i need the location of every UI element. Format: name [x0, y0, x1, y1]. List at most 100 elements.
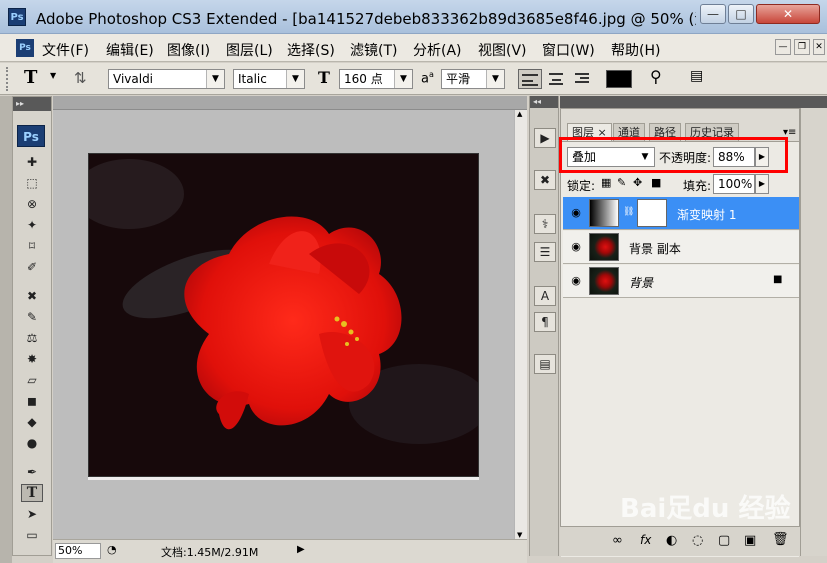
document-workspace[interactable] — [53, 96, 527, 539]
panel-dock-strip: ◂◂ ▶ ✖ ⚕ ☰ A ¶ ▤ — [529, 96, 559, 556]
font-size-value: 160 点 — [344, 72, 383, 86]
preset-dropdown-arrow[interactable]: ▼ — [50, 71, 56, 80]
lock-position-icon[interactable]: ✥ — [633, 176, 642, 189]
doc-close-button[interactable]: ✕ — [813, 39, 825, 55]
status-menu-arrow-icon[interactable]: ▶ — [297, 544, 305, 555]
notes-panel-button[interactable]: ▤ — [534, 354, 556, 374]
lasso-tool-icon[interactable]: ⊗ — [21, 195, 43, 213]
trash-icon[interactable]: 🗑 — [772, 532, 789, 547]
ps-logo[interactable]: Ps — [17, 125, 45, 147]
tools-panel-button[interactable]: ✖ — [534, 170, 556, 190]
font-family-select[interactable]: Vivaldi ▼ — [108, 69, 225, 89]
chevron-down-icon: ▼ — [486, 70, 504, 88]
text-orientation-icon[interactable]: ⇅ — [74, 69, 87, 87]
warp-text-icon[interactable]: ⚲ — [650, 67, 662, 86]
close-button[interactable]: ✕ — [756, 4, 820, 24]
vertical-scrollbar[interactable]: ▲ ▼ — [514, 110, 527, 539]
options-grip[interactable] — [6, 67, 14, 91]
align-left-button[interactable] — [518, 69, 542, 89]
clone-stamp-tool-icon[interactable]: ⚖ — [21, 329, 43, 347]
text-tool-preset-icon[interactable]: T — [24, 67, 37, 88]
window-title: Adobe Photoshop CS3 Extended - [ba141527… — [36, 10, 696, 28]
layer-mask-thumbnail[interactable] — [637, 199, 667, 227]
clone-source-panel-button[interactable]: ⚕ — [534, 214, 556, 234]
crop-tool-icon[interactable]: ⌑ — [21, 237, 43, 255]
text-color-swatch[interactable] — [606, 70, 632, 88]
chain-link-icon[interactable]: ⛓ — [623, 207, 634, 217]
ps-menu-icon[interactable]: Ps — [16, 39, 34, 57]
menu-help[interactable]: 帮助(H) — [611, 40, 660, 60]
pen-tool-icon[interactable]: ✒ — [21, 463, 43, 481]
menu-select[interactable]: 选择(S) — [287, 40, 335, 60]
menu-file[interactable]: 文件(F) — [42, 40, 89, 60]
layer-style-icon[interactable]: fx — [640, 533, 651, 547]
move-tool-icon[interactable]: ✚ — [21, 153, 43, 171]
status-bar: 50% ◔ 文档:1.45M/2.91M ▶ — [53, 539, 527, 563]
brush-tool-icon[interactable]: ✎ — [21, 308, 43, 326]
dodge-tool-icon[interactable]: ● — [21, 434, 43, 452]
layer-mask-icon[interactable]: ◐ — [666, 533, 677, 548]
tool-presets-panel-button[interactable]: ☰ — [534, 242, 556, 262]
antialias-select[interactable]: 平滑 ▼ — [441, 69, 505, 89]
status-icon[interactable]: ◔ — [107, 543, 117, 556]
layers-panel-footer: ∞ fx ◐ ◌ ▢ ▣ 🗑 — [560, 526, 800, 556]
font-style-select[interactable]: Italic ▼ — [233, 69, 305, 89]
menu-edit[interactable]: 编辑(E) — [106, 40, 154, 60]
zoom-field[interactable]: 50% — [55, 543, 101, 559]
type-tool-icon[interactable]: T — [21, 484, 43, 502]
paragraph-panel-button[interactable]: ¶ — [534, 312, 556, 332]
history-brush-tool-icon[interactable]: ✸ — [21, 350, 43, 368]
align-center-button[interactable] — [545, 69, 567, 89]
marquee-tool-icon[interactable]: ⬚ — [21, 174, 43, 192]
doc-restore-button[interactable]: ❐ — [794, 39, 810, 55]
lock-label: 锁定: — [567, 179, 596, 193]
new-layer-icon[interactable]: ▣ — [744, 533, 756, 548]
left-edge-strip — [0, 96, 12, 563]
align-right-button[interactable] — [570, 69, 592, 89]
navigator-panel-button[interactable]: ▶ — [534, 128, 556, 148]
doc-minimize-button[interactable]: — — [775, 39, 791, 55]
lock-transparency-icon[interactable]: ▦ — [601, 176, 611, 189]
layer-name: 背景 副本 — [629, 242, 681, 256]
adjustment-layer-icon[interactable]: ◌ — [692, 533, 703, 548]
blur-tool-icon[interactable]: ◆ — [21, 413, 43, 431]
menu-layer[interactable]: 图层(L) — [226, 40, 273, 60]
menu-analysis[interactable]: 分析(A) — [413, 40, 462, 60]
healing-brush-tool-icon[interactable]: ✖ — [21, 287, 43, 305]
dock-header[interactable]: ◂◂ — [530, 96, 558, 108]
menu-image[interactable]: 图像(I) — [167, 40, 210, 60]
link-layers-icon[interactable]: ∞ — [612, 533, 623, 548]
font-size-select[interactable]: 160 点 ▼ — [339, 69, 413, 89]
lock-pixels-icon[interactable]: ✎ — [617, 176, 626, 189]
document-canvas-image[interactable] — [88, 153, 479, 477]
layer-row-background-copy[interactable]: ◉ 背景 副本 — [563, 231, 799, 264]
new-group-icon[interactable]: ▢ — [718, 533, 730, 548]
scroll-down-icon[interactable]: ▼ — [517, 531, 522, 539]
minimize-button[interactable]: — — [700, 4, 726, 24]
path-selection-tool-icon[interactable]: ➤ — [21, 505, 43, 523]
shape-tool-icon[interactable]: ▭ — [21, 526, 43, 544]
character-panel-button[interactable]: A — [534, 286, 556, 306]
lock-all-icon[interactable]: ■ — [651, 176, 661, 189]
eye-icon[interactable]: ◉ — [569, 275, 583, 287]
magic-wand-tool-icon[interactable]: ✦ — [21, 216, 43, 234]
eye-icon[interactable]: ◉ — [569, 207, 583, 219]
scroll-up-icon[interactable]: ▲ — [517, 110, 522, 118]
menu-view[interactable]: 视图(V) — [478, 40, 527, 60]
character-panel-toggle-icon[interactable]: ▤ — [690, 68, 703, 84]
layer-row-background[interactable]: ◉ 背景 ■ — [563, 265, 799, 298]
eraser-tool-icon[interactable]: ▱ — [21, 371, 43, 389]
chevron-down-icon: ▼ — [286, 70, 304, 88]
font-style-value: Italic — [238, 72, 267, 86]
layer-row-gradient-map[interactable]: ◉ ⛓ 渐变映射 1 — [563, 197, 799, 230]
paint-bucket-tool-icon[interactable]: ◼ — [21, 392, 43, 410]
fill-input[interactable]: 100% — [713, 174, 755, 194]
maximize-button[interactable]: □ — [728, 4, 754, 24]
menu-window[interactable]: 窗口(W) — [542, 40, 595, 60]
menu-filter[interactable]: 滤镜(T) — [350, 40, 397, 60]
toolbox-header[interactable]: ▸▸ — [13, 97, 51, 111]
eyedropper-tool-icon[interactable]: ✐ — [21, 258, 43, 276]
fill-slider-button[interactable]: ▶ — [755, 174, 769, 194]
right-panel-header[interactable] — [560, 96, 827, 108]
eye-icon[interactable]: ◉ — [569, 241, 583, 253]
